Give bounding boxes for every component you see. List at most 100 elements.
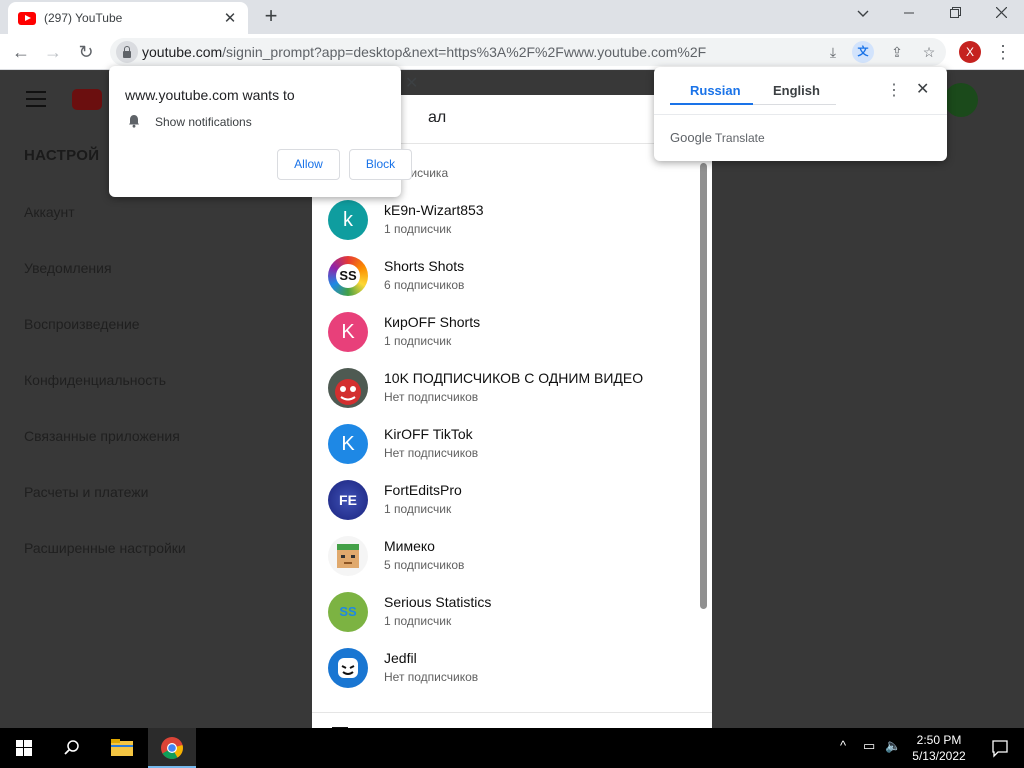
channel-row[interactable]: K KirOFF TikTok Нет подписчиков [312, 416, 712, 472]
red-character-icon [335, 379, 361, 405]
tab-search-button[interactable] [840, 0, 886, 30]
channel-avatar: SS [328, 592, 368, 632]
translate-options-icon[interactable]: ⋮ [886, 80, 902, 100]
url-host: youtube.com [142, 44, 223, 60]
bookmark-star-icon[interactable]: ☆ [918, 41, 940, 63]
channel-row[interactable]: k kE9n-Wizart853 1 подписчик [312, 192, 712, 248]
active-tab-indicator [670, 103, 753, 105]
block-button[interactable]: Block [349, 149, 412, 180]
clock-time: 2:50 PM [916, 733, 962, 747]
channel-avatar [328, 368, 368, 408]
channel-subscribers: Нет подписчиков [384, 670, 479, 684]
settings-heading: НАСТРОЙ [24, 147, 100, 164]
settings-nav-connected-apps[interactable]: Связанные приложения [24, 428, 186, 484]
tab-strip: (297) YouTube ✕ + [0, 0, 1024, 34]
channel-name: FortEditsPro [384, 482, 462, 498]
tray-chevron-icon[interactable]: ^ [840, 738, 846, 753]
search-icon [64, 740, 79, 755]
channel-name: КирOFF Shorts [384, 314, 481, 330]
channel-avatar: FE [328, 480, 368, 520]
channel-subscribers: 1 подписчик [384, 502, 452, 516]
channel-name: KirOFF TikTok [384, 426, 473, 442]
back-button[interactable]: ← [8, 39, 34, 65]
channel-name: Shorts Shots [384, 258, 465, 274]
channel-avatar [328, 648, 368, 688]
settings-nav-account[interactable]: Аккаунт [24, 204, 186, 260]
blocky-head-icon [337, 544, 359, 568]
channel-avatar [328, 536, 368, 576]
settings-nav: Аккаунт Уведомления Воспроизведение Конф… [24, 204, 186, 596]
allow-button[interactable]: Allow [277, 149, 340, 180]
install-icon[interactable]: ⤓ [822, 41, 844, 63]
channel-avatar: K [328, 424, 368, 464]
permission-close-icon[interactable]: ✕ [405, 73, 418, 93]
taskbar-clock[interactable]: 2:50 PM 5/13/2022 [904, 732, 974, 764]
channel-row[interactable]: Jedfil Нет подписчиков [312, 640, 712, 696]
channel-avatar: SS [328, 256, 368, 296]
brand-product: Translate [715, 131, 765, 145]
dialog-scrollbar[interactable] [700, 163, 707, 609]
channel-subscribers: 6 подписчиков [384, 278, 465, 292]
translate-close-icon[interactable]: ✕ [916, 79, 929, 99]
new-tab-button[interactable]: + [258, 4, 284, 30]
minimize-button[interactable] [886, 0, 932, 30]
file-explorer-button[interactable] [98, 728, 146, 768]
volume-icon[interactable]: 🔈 [885, 738, 901, 754]
channel-name: kE9n-Wizart853 [384, 202, 484, 218]
channel-avatar-initials: SS [336, 264, 360, 288]
settings-nav-advanced[interactable]: Расширенные настройки [24, 540, 186, 596]
search-button[interactable] [48, 728, 96, 768]
share-icon[interactable]: ⇪ [886, 41, 908, 63]
marshmello-icon [338, 658, 358, 678]
chrome-menu-icon[interactable]: ⋮ [994, 39, 1012, 65]
permission-title: www.youtube.com wants to [125, 87, 295, 103]
channel-row[interactable]: FE FortEditsPro 1 подписчик [312, 472, 712, 528]
windows-logo-icon [16, 740, 32, 756]
translate-bubble: Russian English ⋮ ✕ Google Translate [654, 67, 947, 161]
address-bar[interactable]: youtube.com/signin_prompt?app=desktop&ne… [110, 38, 946, 66]
url-text[interactable]: youtube.com/signin_prompt?app=desktop&ne… [142, 44, 706, 60]
youtube-favicon-icon [18, 11, 36, 25]
channel-subscribers: 1 подписчик [384, 222, 452, 236]
minimize-icon [904, 12, 914, 14]
notifications-button[interactable] [976, 728, 1024, 768]
windows-taskbar: ^ ▭ 🔈 2:50 PM 5/13/2022 [0, 728, 1024, 768]
channel-row[interactable]: SS Shorts Shots 6 подписчиков [312, 248, 712, 304]
browser-toolbar: ← → ↻ youtube.com/signin_prompt?app=desk… [0, 34, 1024, 70]
lock-icon[interactable] [116, 41, 138, 63]
bell-icon [129, 115, 139, 128]
network-icon[interactable]: ▭ [863, 738, 875, 754]
chrome-taskbar-button[interactable] [148, 728, 196, 768]
restore-button[interactable] [932, 0, 978, 30]
tab-close-icon[interactable]: ✕ [222, 9, 238, 27]
start-button[interactable] [0, 728, 48, 768]
channel-subscribers: 1 подписчик [384, 614, 452, 628]
url-path: /signin_prompt?app=desktop&next=https%3A… [222, 44, 707, 60]
channel-row[interactable]: 10K ПОДПИСЧИКОВ С ОДНИМ ВИДЕО Нет подпис… [312, 360, 712, 416]
reload-button[interactable]: ↻ [73, 39, 99, 65]
channel-row[interactable]: Мимеко 5 подписчиков [312, 528, 712, 584]
profile-avatar[interactable]: X [959, 41, 981, 63]
restore-icon [949, 7, 961, 18]
tab-source-language[interactable]: Russian [690, 83, 741, 98]
channel-row[interactable]: K КирOFF Shorts 1 подписчик [312, 304, 712, 360]
channel-row[interactable]: SS Serious Statistics 1 подписчик [312, 584, 712, 640]
channel-avatar: K [328, 312, 368, 352]
youtube-logo[interactable] [72, 89, 102, 110]
tab-youtube[interactable]: (297) YouTube ✕ [8, 2, 248, 34]
settings-nav-privacy[interactable]: Конфиденциальность [24, 372, 186, 428]
tab-target-language[interactable]: English [773, 83, 820, 98]
translate-icon[interactable]: 文 [852, 41, 874, 63]
channel-avatar: k [328, 200, 368, 240]
hamburger-menu-icon[interactable] [26, 91, 46, 107]
settings-nav-playback[interactable]: Воспроизведение [24, 316, 186, 372]
channel-name: 10K ПОДПИСЧИКОВ С ОДНИМ ВИДЕО [384, 370, 644, 386]
channel-list: F✓ подписчика k kE9n-Wizart853 1 подписч… [312, 120, 712, 696]
divider [312, 712, 712, 713]
settings-nav-billing[interactable]: Расчеты и платежи [24, 484, 186, 540]
settings-nav-notifications[interactable]: Уведомления [24, 260, 186, 316]
account-avatar[interactable] [944, 83, 978, 117]
forward-button[interactable]: → [40, 39, 66, 65]
action-center-icon [992, 740, 1008, 758]
window-close-button[interactable] [978, 0, 1024, 30]
